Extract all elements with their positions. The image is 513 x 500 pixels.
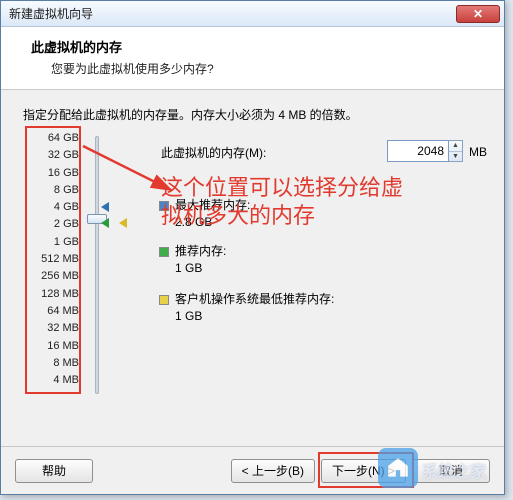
tick-label: 32 MB <box>29 320 79 337</box>
rec-label: 推荐内存: <box>175 244 226 258</box>
tick-label: 4 GB <box>29 199 79 216</box>
instruction-text: 指定分配给此虚拟机的内存量。内存大小必须为 4 MB 的倍数。 <box>23 106 482 123</box>
tick-label: 8 MB <box>29 355 79 372</box>
triangle-icon-yellow <box>119 218 127 228</box>
recommended-block: 推荐内存: 1 GB <box>159 242 226 275</box>
page-subtitle: 您要为此虚拟机使用多少内存? <box>31 60 490 77</box>
min-rec-label: 客户机操作系统最低推荐内存: <box>175 292 334 306</box>
tick-label: 8 GB <box>29 182 79 199</box>
rec-value: 1 GB <box>159 261 226 275</box>
tick-label: 64 MB <box>29 303 79 320</box>
tick-label: 16 GB <box>29 165 79 182</box>
tick-label: 64 GB <box>29 130 79 147</box>
min-rec-value: 1 GB <box>159 309 334 323</box>
memory-unit: MB <box>469 145 487 159</box>
tick-label: 512 MB <box>29 251 79 268</box>
tick-label: 4 MB <box>29 372 79 389</box>
page-title: 此虚拟机的内存 <box>31 37 490 56</box>
marker-rec <box>101 218 115 228</box>
tick-label: 1 GB <box>29 234 79 251</box>
square-icon-blue <box>159 201 169 211</box>
triangle-icon-green <box>101 218 109 228</box>
back-button[interactable]: < 上一步(B) <box>231 459 315 483</box>
slider-tick-labels: 64 GB 32 GB 16 GB 8 GB 4 GB 2 GB 1 GB 51… <box>29 130 79 389</box>
max-rec-label: 最大推荐内存: <box>175 198 250 212</box>
header-panel: 此虚拟机的内存 您要为此虚拟机使用多少内存? <box>1 27 504 90</box>
triangle-icon-blue <box>101 202 109 212</box>
memory-input[interactable] <box>387 140 449 162</box>
footer: 帮助 < 上一步(B) 下一步(N) > 取消 <box>1 446 504 494</box>
tick-label: 32 GB <box>29 147 79 164</box>
tick-label: 16 MB <box>29 338 79 355</box>
close-button[interactable]: ✕ <box>456 5 500 23</box>
spin-down-icon[interactable]: ▼ <box>449 152 462 162</box>
titlebar: 新建虚拟机向导 ✕ <box>1 1 504 27</box>
close-icon: ✕ <box>473 7 483 21</box>
memory-label-row: 此虚拟机的内存(M): <box>161 144 266 161</box>
tick-label: 128 MB <box>29 286 79 303</box>
spin-up-icon[interactable]: ▲ <box>449 141 462 152</box>
square-icon-green <box>159 247 169 257</box>
wizard-window: 新建虚拟机向导 ✕ 此虚拟机的内存 您要为此虚拟机使用多少内存? 指定分配给此虚… <box>0 0 505 495</box>
min-recommended-block: 客户机操作系统最低推荐内存: 1 GB <box>159 290 334 323</box>
help-button[interactable]: 帮助 <box>15 459 93 483</box>
tick-label: 2 GB <box>29 216 79 233</box>
marker-min <box>119 218 133 228</box>
window-title: 新建虚拟机向导 <box>9 5 456 22</box>
memory-spinner[interactable]: ▲ ▼ <box>449 140 463 162</box>
marker-max <box>101 202 115 212</box>
slider-track <box>95 136 99 394</box>
cancel-button[interactable]: 取消 <box>412 459 490 483</box>
max-rec-value: 2.8 GB <box>159 215 250 229</box>
max-recommended-block: 最大推荐内存: 2.8 GB <box>159 196 250 229</box>
memory-label: 此虚拟机的内存(M): <box>161 144 266 161</box>
square-icon-yellow <box>159 295 169 305</box>
tick-label: 256 MB <box>29 268 79 285</box>
memory-slider[interactable] <box>85 136 109 394</box>
body-area: 指定分配给此虚拟机的内存量。内存大小必须为 4 MB 的倍数。 64 GB 32… <box>1 90 504 149</box>
next-button[interactable]: 下一步(N) > <box>321 459 406 483</box>
